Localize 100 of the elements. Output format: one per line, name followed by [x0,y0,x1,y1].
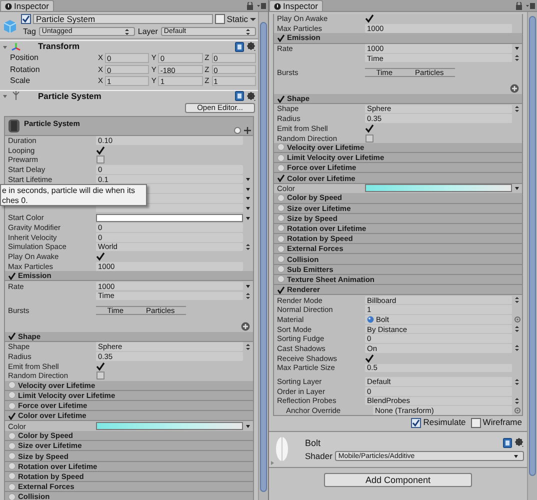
add-icon[interactable] [510,84,519,93]
color-swatch[interactable] [96,214,243,222]
dropdown-arrow-icon[interactable] [514,185,520,192]
updown-arrow-icon[interactable] [514,296,520,304]
checkbox[interactable] [214,14,225,24]
checkmark-icon[interactable] [277,174,285,182]
info-icon [5,2,12,10]
circle-toggle-icon[interactable] [277,154,285,162]
checkmark-icon[interactable] [365,354,374,363]
lock-icon[interactable] [246,2,254,10]
circle-toggle-icon[interactable] [8,482,16,491]
menu-icon[interactable] [257,2,266,10]
updown-arrow-icon[interactable] [514,325,520,334]
checkmark-icon[interactable] [365,124,374,133]
circle-toggle-icon[interactable] [277,275,285,284]
circle-toggle-icon[interactable] [8,381,16,390]
circle-toggle-icon[interactable] [8,462,16,470]
layer-label: Layer [138,27,158,36]
circle-toggle-icon[interactable] [277,214,285,222]
circle-toggle-icon[interactable] [277,224,285,232]
updown-arrow-icon[interactable] [245,242,251,251]
updown-arrow-icon[interactable] [245,292,251,300]
static-label: Static [226,14,248,24]
inspector-tab[interactable]: Inspector [269,0,323,11]
checkbox[interactable] [21,14,31,24]
component-title: Transform [38,42,81,51]
updown-arrow-icon[interactable] [124,28,130,36]
circle-toggle-icon[interactable] [277,143,285,152]
circle-toggle-icon[interactable] [277,265,285,274]
circle-toggle-icon[interactable] [8,391,16,400]
checkmark-icon[interactable] [277,94,285,103]
circle-toggle-icon[interactable] [8,452,16,460]
checkmark-icon[interactable] [277,34,285,42]
object-picker-icon[interactable] [514,407,520,414]
dropdown-arrow-icon[interactable] [245,423,251,430]
help-book-icon[interactable] [503,438,512,448]
updown-arrow-icon[interactable] [245,342,251,351]
circle-toggle-icon[interactable] [277,204,285,212]
scrollbar[interactable] [258,12,268,500]
checkmark-icon[interactable] [277,286,285,294]
updown-arrow-icon[interactable] [514,378,520,386]
scrollbar[interactable] [527,12,537,500]
circle-icon[interactable] [234,126,241,134]
checkbox[interactable] [470,418,481,428]
circle-toggle-icon[interactable] [8,442,16,450]
checkmark-icon[interactable] [96,362,105,371]
field-label: Position [9,53,40,62]
settings-icon[interactable] [247,42,256,51]
axes-icon [11,42,21,52]
help-book-icon[interactable] [235,42,244,52]
updown-arrow-icon[interactable] [514,54,520,62]
dropdown-arrow-icon[interactable] [250,16,256,22]
circle-toggle-icon[interactable] [277,194,285,202]
circle-toggle-icon[interactable] [277,255,285,264]
updown-arrow-icon[interactable] [245,28,251,36]
updown-arrow-icon[interactable] [514,396,520,405]
material-name: Bolt [305,438,321,448]
circle-toggle-icon[interactable] [277,244,285,253]
circle-toggle-icon[interactable] [277,164,285,172]
lock-icon[interactable] [515,2,523,10]
sphere-icon [367,316,374,323]
add-component-button[interactable]: Add Component [324,473,472,488]
tag-label: Tag [22,27,36,36]
updown-arrow-icon[interactable] [514,344,520,352]
circle-toggle-icon[interactable] [8,472,16,480]
inspector-tab[interactable]: Inspector [0,0,54,11]
updown-arrow-icon[interactable] [514,104,520,113]
checkbox[interactable] [96,155,105,164]
checkmark-icon[interactable] [8,412,16,420]
add-icon[interactable] [241,322,250,331]
dropdown-arrow-icon[interactable] [514,45,520,52]
object-picker-icon[interactable] [514,316,520,323]
shader-label: Shader [305,452,332,461]
field-label: Scale [9,76,32,86]
checkbox[interactable] [365,134,374,143]
checkbox[interactable] [96,371,105,380]
circle-toggle-icon[interactable] [277,234,285,243]
checkmark-icon[interactable] [8,272,16,280]
checkmark-icon[interactable] [8,332,16,340]
checkmark-icon[interactable] [96,146,105,155]
circle-toggle-icon[interactable] [8,492,16,500]
checkbox[interactable] [411,418,422,428]
circle-toggle-icon[interactable] [8,432,16,440]
info-icon [274,2,281,10]
dropdown-arrow-icon[interactable] [513,453,519,460]
name-field[interactable]: Particle System [33,14,213,24]
help-book-icon[interactable] [235,91,244,101]
circle-toggle-icon[interactable] [8,402,16,410]
menu-icon[interactable] [526,2,535,10]
foldout-arrow-icon[interactable] [2,44,8,50]
dropdown-arrow-icon[interactable] [245,283,251,290]
gradient-swatch[interactable] [96,422,243,430]
checkmark-icon[interactable] [96,252,105,262]
gradient-swatch[interactable] [365,184,512,192]
settings-icon[interactable] [515,438,524,448]
checkmark-icon[interactable] [365,14,374,24]
cube-icon [2,18,18,34]
foldout-arrow-icon[interactable] [2,93,8,99]
settings-icon[interactable] [247,92,256,100]
plus-icon[interactable] [244,126,251,134]
